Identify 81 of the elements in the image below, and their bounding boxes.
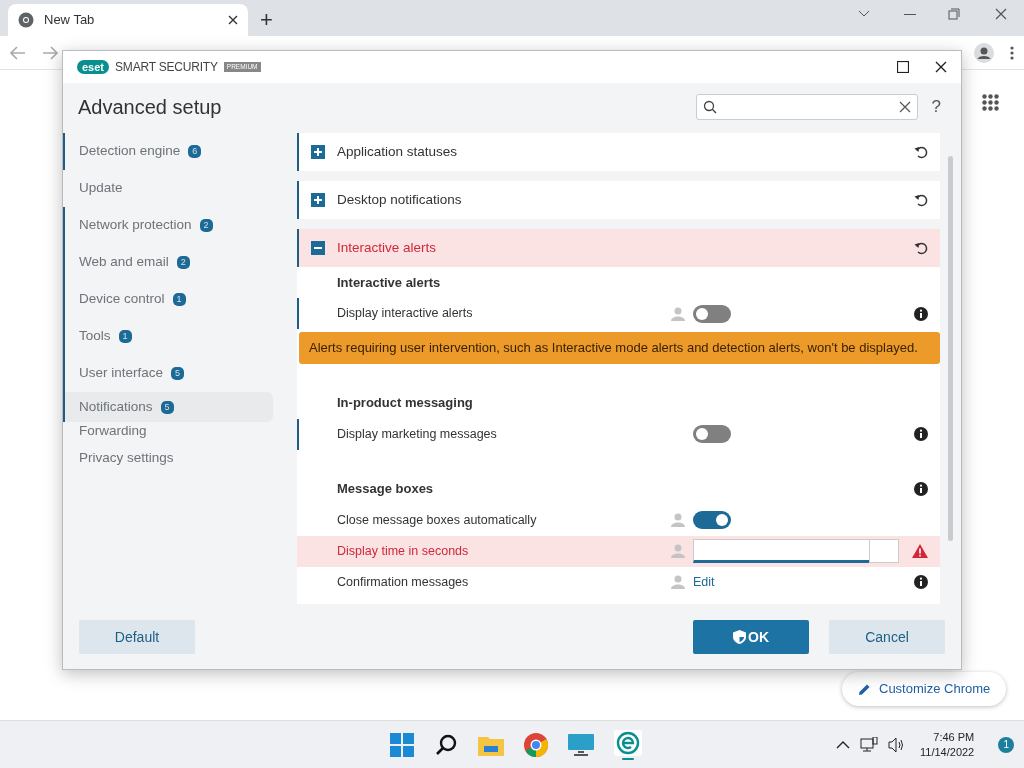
group-title: Interactive alerts [337,273,442,292]
cancel-button[interactable]: Cancel [829,620,945,654]
toggle-switch[interactable] [693,511,731,529]
info-icon[interactable] [914,306,928,321]
windows-icon[interactable] [390,732,414,757]
search-field[interactable] [695,94,918,120]
toggle-switch[interactable] [693,425,731,443]
sidebar-item[interactable]: Network protection 2 [63,207,273,244]
count-badge: 1 [172,293,186,306]
sidebar-item[interactable]: Update [63,170,273,207]
sidebar-item[interactable]: Detection engine 6 [63,133,273,170]
monitor-icon[interactable] [568,733,594,756]
product-name: SMART SECURITY [115,59,218,76]
close-icon[interactable] [935,61,947,73]
setting-label: Display time in seconds [337,542,470,560]
expand-icon[interactable] [311,145,325,159]
logo: eset [77,60,110,74]
notification-count[interactable]: 1 [998,736,1015,753]
reset-icon[interactable] [914,193,928,207]
group-title: In-product messaging [337,394,474,413]
count-badge: 2 [176,256,190,269]
warning-message: Alerts requiring user intervention, such as Interactive mode alerts and detection alerts, won't be displayed. [299,332,940,364]
collapse-icon[interactable] [311,241,325,255]
setting-label: Display marketing messages [337,425,498,443]
expand-icon[interactable] [311,193,325,207]
clock-date[interactable]: 11/14/2022 [920,744,975,760]
new-tab-button[interactable]: + [260,3,273,36]
sidebar-item[interactable]: Web and email 2 [63,244,273,281]
warning-icon [912,544,928,558]
count-badge: 5 [171,367,185,380]
dialog-title: Advanced setup [78,95,222,120]
search-icon [702,100,717,114]
count-badge: 5 [160,400,174,414]
default-button[interactable]: Default [79,620,195,654]
section-header[interactable]: Application statuses [297,133,940,171]
ok-button[interactable]: OK [693,620,809,654]
restore-icon[interactable] [948,8,960,20]
volume-icon[interactable] [888,736,906,753]
sidebar-item[interactable]: Notifications 5 [63,392,273,422]
shield-icon [733,629,746,644]
count-badge: 1 [118,330,132,343]
info-icon[interactable] [914,575,928,589]
clock-time[interactable]: 7:46 PM [920,729,975,745]
sidebar-item[interactable]: Tools 1 [63,318,273,355]
reset-icon[interactable] [914,145,928,159]
chrome-icon [18,12,34,28]
maximize-icon[interactable] [897,61,909,73]
network-icon[interactable] [860,736,878,753]
browser-tab[interactable]: New Tab [8,4,248,36]
menu-icon[interactable] [1010,45,1014,60]
minimize-icon[interactable] [904,14,916,16]
toggle-switch[interactable] [693,304,731,323]
info-icon[interactable] [914,427,928,441]
chrome-icon[interactable] [524,732,548,757]
info-icon[interactable] [914,482,928,496]
clear-icon[interactable] [898,101,911,113]
eset-app-icon[interactable] [614,729,642,760]
pencil-icon [858,682,871,696]
customize-chrome-button[interactable]: Customize Chrome [842,672,1007,706]
reset-icon[interactable] [914,241,928,255]
close-icon[interactable] [228,15,238,25]
apps-icon[interactable] [982,94,999,111]
edit-link[interactable]: Edit [693,572,715,592]
scrollbar[interactable] [948,156,953,541]
search-icon[interactable] [434,732,458,757]
profile-icon[interactable] [974,42,994,63]
setting-label: Confirmation messages [337,573,470,591]
tab-title: New Tab [44,11,96,30]
help-button[interactable]: ? [931,94,941,120]
sidebar-item[interactable]: Device control 1 [63,281,273,318]
count-badge: 6 [188,145,202,158]
section-header[interactable]: Interactive alerts [297,229,940,267]
chevron-up-icon[interactable] [836,740,850,749]
group-title: Message boxes [337,480,435,499]
setting-label: Display interactive alerts [337,305,474,323]
section-header[interactable]: Desktop notifications [297,181,940,219]
number-field[interactable] [693,539,869,563]
setting-label: Close message boxes automatically [337,511,538,529]
count-badge: 2 [199,219,213,232]
sidebar-item[interactable]: Privacy settings [63,440,273,477]
sidebar-item[interactable]: Forwarding [63,422,273,440]
